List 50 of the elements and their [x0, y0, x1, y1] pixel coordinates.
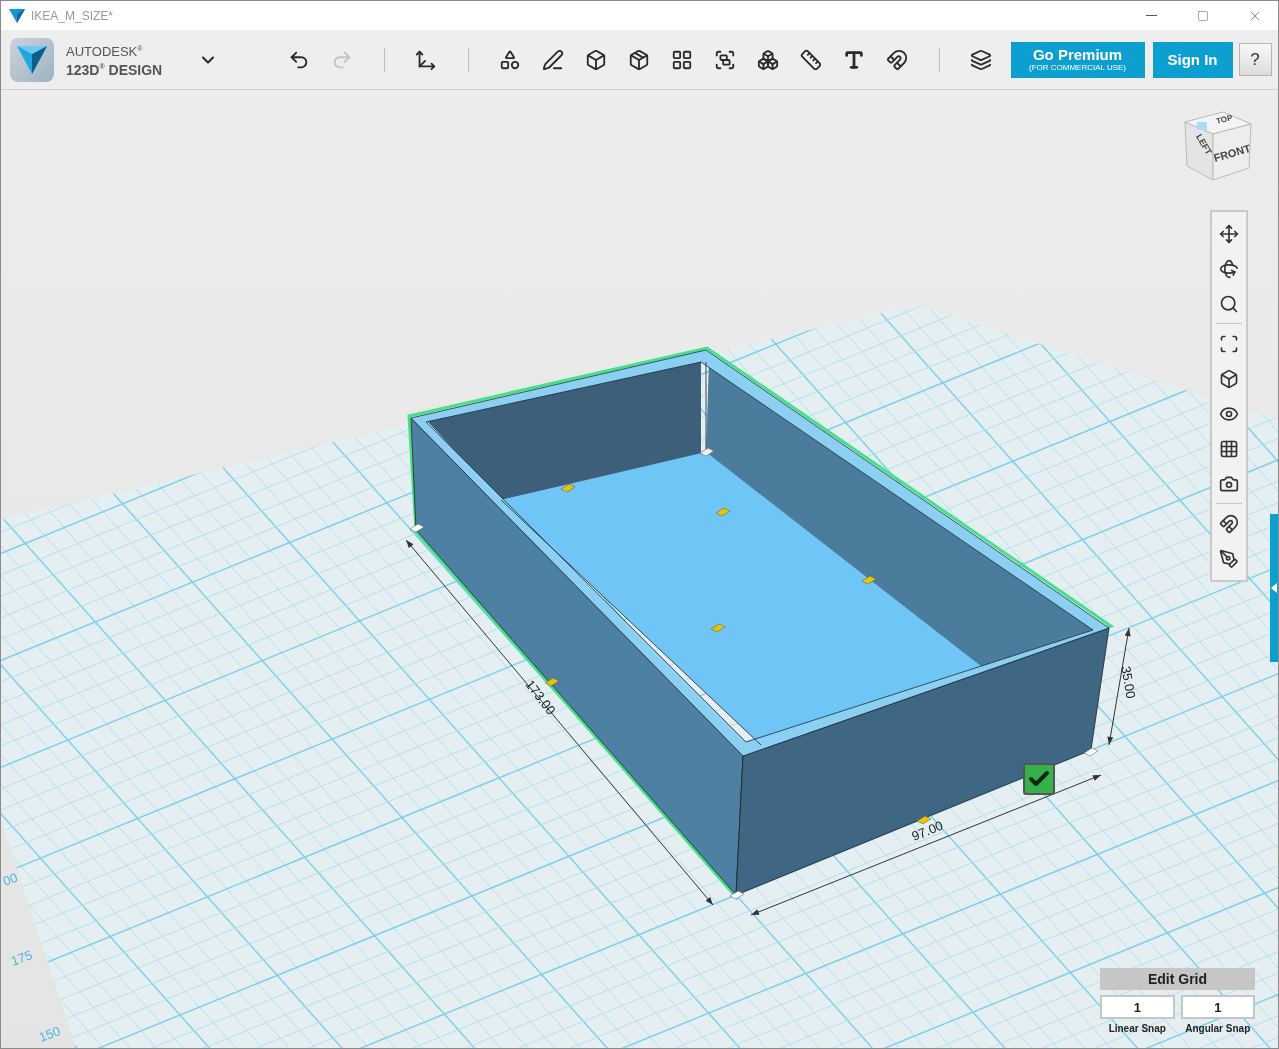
- grid-icon: [1219, 438, 1239, 459]
- snap-label: Linear Snap: [1107, 1023, 1167, 1034]
- app-logo-icon: [9, 8, 25, 23]
- app-logo[interactable]: [10, 37, 54, 82]
- grid-label: 150: [36, 1023, 63, 1045]
- cube-icon: [1219, 368, 1239, 389]
- pen-icon: [1219, 548, 1239, 569]
- pen-icon: [542, 48, 564, 71]
- magnet-icon: [886, 48, 908, 71]
- magnet-icon: [1219, 513, 1239, 534]
- cube-icon: [585, 48, 607, 71]
- orbit-icon: [1219, 258, 1239, 279]
- caret-left-icon: [1271, 583, 1277, 593]
- dimension-label[interactable]: 97.00: [909, 817, 946, 844]
- cube-icon: [628, 48, 650, 71]
- box-model-drawing[interactable]: [407, 346, 1115, 901]
- ruler-icon: [800, 48, 822, 71]
- snap-label: Angular Snap: [1184, 1023, 1252, 1034]
- maximize-icon: [1197, 9, 1209, 22]
- snap-field[interactable]: 1: [1180, 995, 1255, 1019]
- boxes-icon: [757, 48, 779, 71]
- edit-grid-button[interactable]: Edit Grid: [1100, 968, 1255, 990]
- pan-icon: [1219, 223, 1239, 244]
- brand-product: 123D$^{®}$ DESIGN: [66, 61, 164, 78]
- text-icon: [843, 48, 865, 71]
- resize-handle[interactable]: [409, 523, 425, 533]
- brand-company: AUTODESK$^{®}$: [66, 43, 144, 60]
- resize-handle[interactable]: [861, 575, 877, 585]
- resize-handle[interactable]: [699, 447, 715, 457]
- grid-label: 00: [1, 869, 20, 889]
- dimension-label[interactable]: 35.00: [1118, 664, 1139, 700]
- logo-icon: [17, 45, 47, 74]
- minimize-icon: [1145, 15, 1157, 16]
- search-icon: [1219, 293, 1239, 314]
- resize-handle[interactable]: [710, 623, 726, 633]
- confirm-button[interactable]: [1023, 763, 1055, 795]
- help-button[interactable]: ?: [1238, 43, 1272, 76]
- layers-icon: [970, 48, 992, 71]
- group-icon: [714, 48, 736, 71]
- resize-handle[interactable]: [715, 507, 731, 517]
- window-title: IKEA_M_SIZE*: [31, 8, 115, 23]
- shapes-icon: [499, 48, 521, 71]
- grid-icon: [671, 48, 693, 71]
- resize-handle[interactable]: [560, 483, 576, 493]
- resize-handle[interactable]: [1083, 747, 1099, 757]
- resize-handle[interactable]: [729, 890, 745, 900]
- snap-field[interactable]: 1: [1100, 995, 1175, 1019]
- panel-toggle[interactable]: [1270, 514, 1278, 662]
- grid-label: 175: [8, 947, 35, 969]
- fit-icon: [1219, 333, 1239, 354]
